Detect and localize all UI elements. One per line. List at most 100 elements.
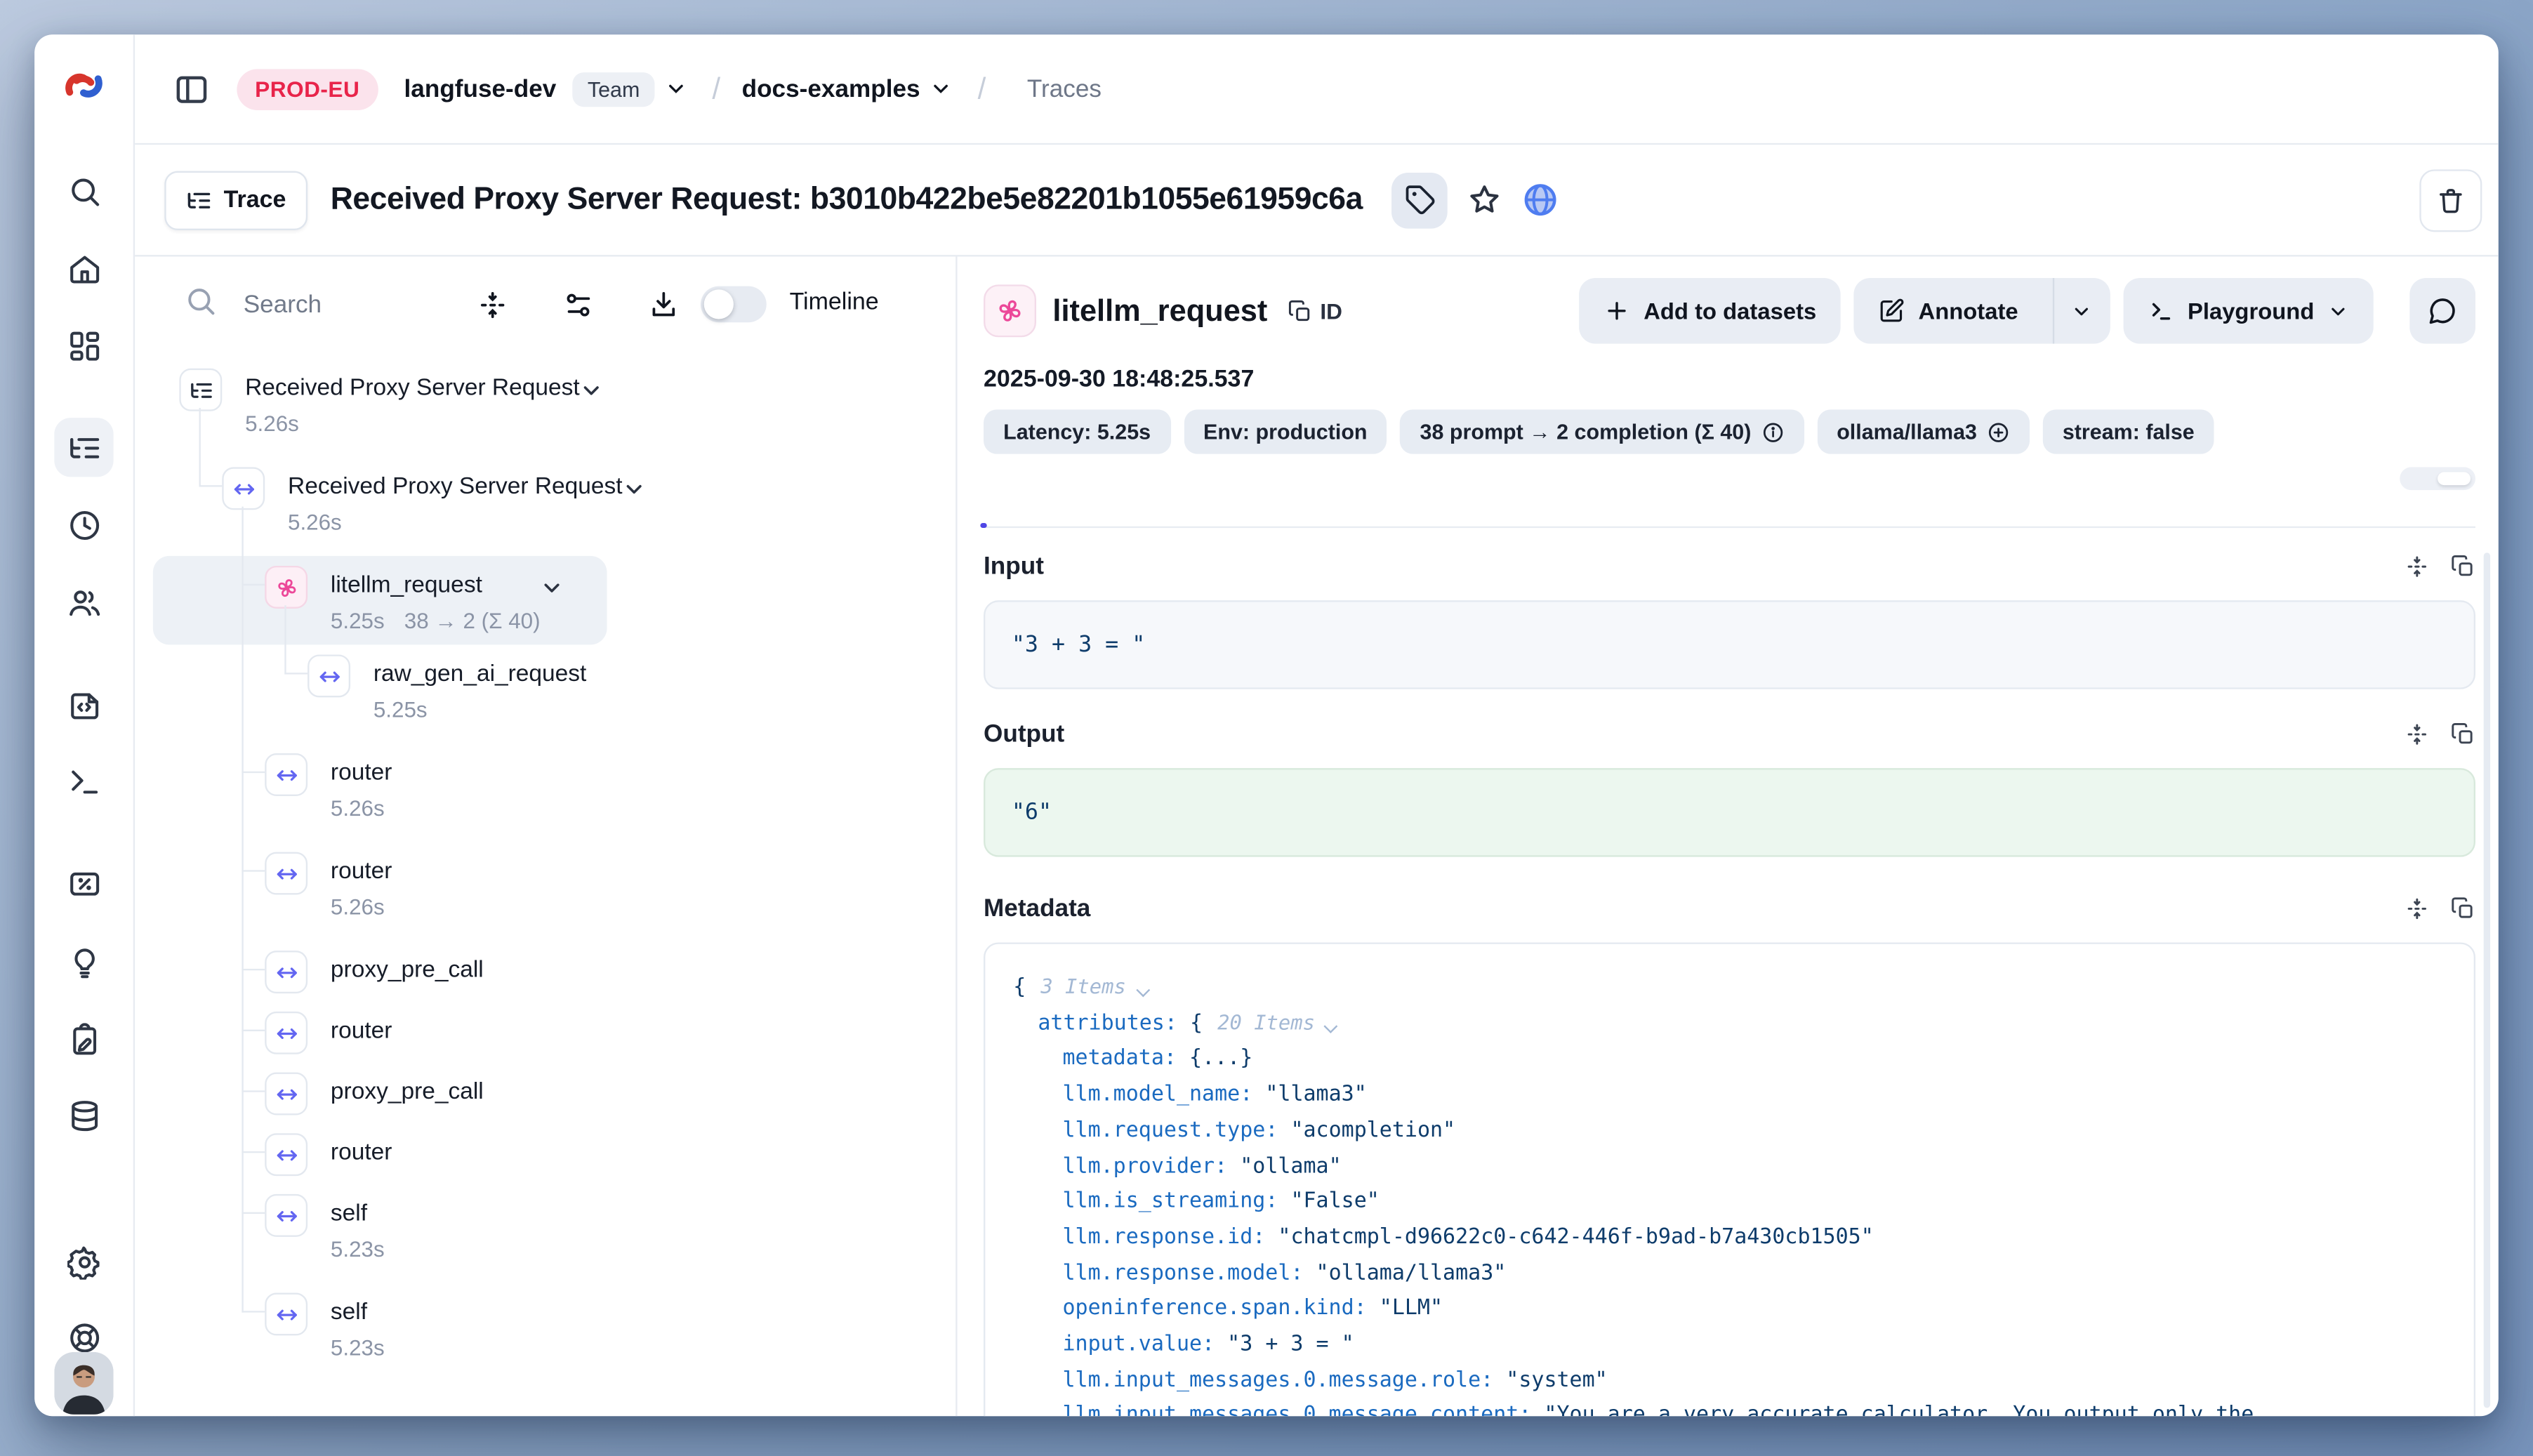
sidebar-item-search[interactable] [54,161,113,220]
json-value: "acompletion" [1290,1118,1455,1143]
tree-row[interactable]: router [135,1123,459,1184]
sidebar-item-home[interactable] [54,239,113,298]
fold-section-icon[interactable] [2405,722,2429,747]
sidebar-item-percent[interactable] [54,854,113,913]
tree-row[interactable]: Received Proxy Server Request 5.26s [135,359,647,458]
observation-badge[interactable]: stream: false [2043,409,2214,454]
view-toggle-option[interactable] [2438,472,2471,485]
sidebar-item-terminal[interactable] [54,752,113,811]
pen-square-icon [1879,298,1905,324]
row-chevron-down-icon[interactable] [580,378,604,457]
sidebar-item-file-code[interactable] [54,675,113,734]
sidebar-item-users[interactable] [54,572,113,631]
observation-type-icon [265,1133,307,1176]
input-section-header: Input [984,552,2475,581]
sidebar-item-clock[interactable] [54,495,113,554]
delete-trace-button[interactable] [2419,168,2482,231]
terminal-prompt-icon [2148,298,2174,324]
sidebar-item-avatar[interactable] [54,1352,113,1415]
tree-row-latency: 5.26s [245,411,299,436]
tree-row[interactable]: self 5.23s [135,1283,452,1382]
tree-row[interactable]: proxy_pre_call [135,941,551,1002]
badge-label: stream: false [2063,419,2195,444]
observation-badge[interactable]: ollama/llama3 [1817,409,2030,454]
plus-icon [1604,298,1630,324]
sidebar-item-dashboard[interactable] [54,316,113,375]
environment-badge: PROD-EU [237,68,378,110]
trace-header-bar: Trace Received Proxy Server Request: b30… [135,145,2499,256]
tree-guide [242,1090,265,1092]
fold-section-icon[interactable] [2405,896,2429,921]
fold-section-icon[interactable] [2405,555,2429,579]
json-collapse-chevron-icon[interactable] [1324,1019,1338,1033]
view-toggle-option[interactable] [2405,472,2438,485]
tree-row[interactable]: litellm_request 5.25s38 → 2 (Σ 40) [153,556,608,645]
breadcrumb-section[interactable]: Traces [1027,75,1102,103]
tree-guide [242,870,265,871]
json-collapsed-count[interactable]: 20 Items [1217,1011,1315,1034]
sidebar-toggle-icon[interactable] [166,64,216,113]
comments-button[interactable] [2409,278,2475,344]
tree-row[interactable]: Received Proxy Server Request 5.26s [135,457,690,556]
playground-button[interactable]: Playground [2124,278,2374,344]
observation-badge[interactable]: 38 prompt → 2 completion (Σ 40) [1400,409,1804,454]
json-key: llm.request.type [1062,1118,1265,1143]
public-globe-icon[interactable] [1522,181,1560,219]
json-key: llm.response.model [1062,1261,1290,1285]
project-chevron-down-icon[interactable] [930,77,953,100]
support-lifebuoy-icon [67,1320,101,1354]
collapse-all-icon[interactable] [469,282,515,328]
sidebar-item-settings[interactable] [54,1232,113,1291]
tree-row[interactable]: router 5.26s [135,743,459,842]
json-collapse-chevron-icon[interactable] [1135,983,1149,997]
add-to-datasets-button[interactable]: Add to datasets [1580,278,1841,344]
json-collapsed-count[interactable]: 3 Items [1040,975,1125,998]
json-line: llm.response.id"chatcmpl-d96622c0-c642-4… [1013,1220,2447,1256]
breadcrumb-project[interactable]: docs-examples [742,75,920,103]
home-icon [67,251,101,285]
info-icon [1761,421,1784,444]
tag-button[interactable] [1392,172,1448,228]
langfuse-logo-icon[interactable] [61,62,107,109]
favorite-star-icon[interactable] [1468,183,1502,217]
download-icon[interactable] [640,282,686,328]
observation-type-icon [265,1194,307,1237]
annotate-button[interactable]: Annotate [1854,278,2039,344]
copy-id-button[interactable]: ID [1287,298,1342,323]
tree-row[interactable]: router [135,1002,459,1063]
copy-icon[interactable] [2451,722,2475,747]
observation-badge[interactable]: Latency: 5.25s [984,409,1170,454]
observation-tree-panel: Timeline Received Proxy Server Request [135,256,957,1416]
tree-row[interactable]: proxy_pre_call [135,1062,551,1123]
json-line: openinference.span.kind"LLM" [1013,1292,2447,1328]
copy-icon[interactable] [2451,555,2475,579]
main-area: PROD-EU langfuse-dev Team / docs-example… [135,34,2499,1416]
observation-badge[interactable]: Env: production [1184,409,1387,454]
output-section-header: Output [984,720,2475,748]
sidebar-item-database[interactable] [54,1085,113,1144]
trace-type-chip[interactable]: Trace [164,170,307,229]
filter-settings-icon[interactable] [555,282,601,328]
sidebar-item-clipboard-pen[interactable] [54,1010,113,1069]
copy-icon[interactable] [2451,896,2475,921]
detail-scrollbar[interactable] [2484,552,2490,1408]
sidebar-item-tracing[interactable] [54,418,113,477]
breadcrumb-org[interactable]: langfuse-dev [404,75,557,103]
annotate-dropdown-chevron-icon[interactable] [2053,278,2110,344]
app-window: PROD-EU langfuse-dev Team / docs-example… [34,34,2499,1416]
json-value: "chatcmpl-d96622c0-c642-446f-b9ad-b7a430… [1278,1225,1873,1250]
tree-row[interactable]: self 5.23s [135,1184,452,1283]
row-chevron-down-icon[interactable] [541,576,565,644]
row-chevron-down-icon[interactable] [623,477,647,555]
timeline-toggle[interactable] [701,286,767,323]
metadata-section-header: Metadata [984,895,2475,923]
tree-row[interactable]: raw_gen_ai_request 5.25s [135,644,654,743]
tree-row[interactable]: router 5.26s [135,842,459,941]
observation-type-icon [307,654,350,697]
badge-label: ollama/llama3 [1837,419,1977,444]
sidebar-item-lightbulb[interactable] [54,932,113,991]
org-chevron-down-icon[interactable] [664,77,687,100]
tree-row-latency: 5.26s [331,796,385,821]
observation-type-icon [265,852,307,895]
search-input[interactable] [240,279,461,329]
